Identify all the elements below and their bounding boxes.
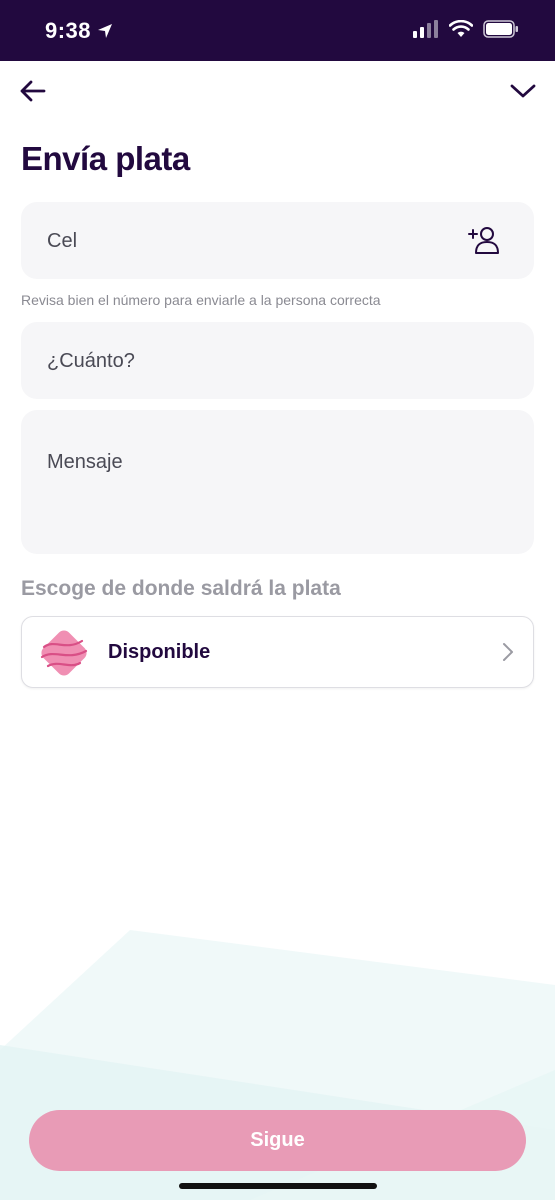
message-placeholder: Mensaje <box>47 451 123 473</box>
source-selector[interactable]: Disponible <box>21 616 534 688</box>
source-label: Disponible <box>108 641 211 663</box>
wifi-icon <box>449 20 473 37</box>
location-arrow-icon <box>98 24 113 38</box>
cellular-signal-icon <box>413 20 438 38</box>
phone-field[interactable]: Cel <box>21 202 534 279</box>
battery-icon <box>483 20 518 38</box>
amount-field[interactable]: ¿Cuánto? <box>21 322 534 399</box>
status-bar: 9:38 <box>0 0 555 61</box>
amount-placeholder: ¿Cuánto? <box>47 350 135 372</box>
collapse-button[interactable] <box>505 73 541 109</box>
phone-placeholder: Cel <box>47 230 78 252</box>
continue-button[interactable]: Sigue <box>29 1110 526 1171</box>
pocket-wallet-icon <box>40 630 88 676</box>
home-indicator <box>179 1183 377 1189</box>
back-button[interactable] <box>14 73 50 109</box>
source-section-label: Escoge de donde saldrá la plata <box>21 577 341 600</box>
clock-text: 9:38 <box>45 18 92 43</box>
status-time: 9:38 <box>45 18 113 44</box>
chevron-down-icon <box>510 84 536 98</box>
phone-hint: Revisa bien el número para enviarle a la… <box>21 292 381 308</box>
add-contact-icon[interactable] <box>468 224 500 256</box>
arrow-left-icon <box>20 80 46 102</box>
message-field[interactable]: Mensaje <box>21 410 534 554</box>
top-navigation <box>0 61 555 121</box>
status-icons <box>413 20 519 38</box>
chevron-right-icon <box>503 643 513 661</box>
page-title: Envía plata <box>21 140 190 177</box>
